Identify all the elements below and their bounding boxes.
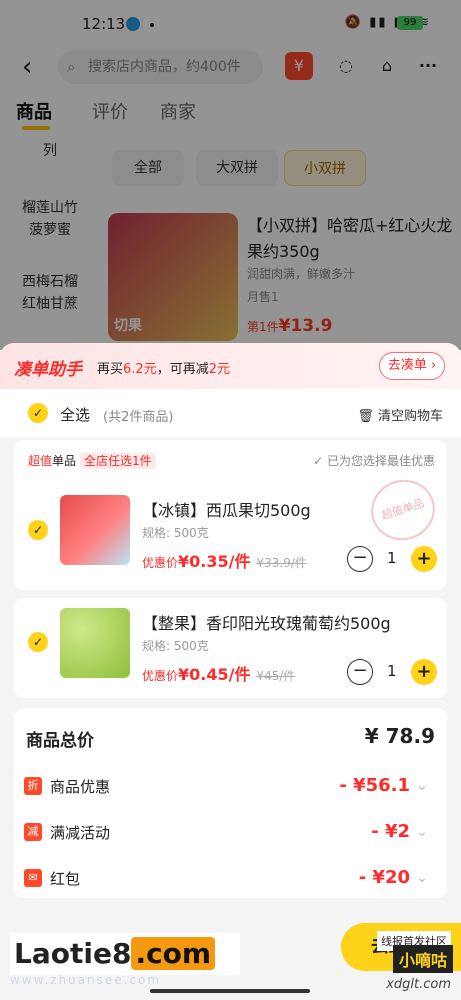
trash-icon: 🗑 (357, 409, 374, 424)
cart-item-card: ✓ 【整果】香印阳光玫瑰葡萄约500g 规格: 500克 优惠价¥0.45/件 ¥… (14, 598, 447, 698)
chevron-down-icon: ⌄ (416, 778, 428, 794)
watermark-com: .com (131, 937, 216, 970)
overlay-dimmer[interactable] (0, 0, 461, 350)
bundle-helper-banner: 凑单助手 再买6.2元，可再减2元 去凑单 › (0, 343, 461, 389)
cart-item-card: 超值单品 全店任选1件 ✓ 已为您选择最佳优惠 超值单品 ✓ 【冰镇】西瓜果切50… (14, 440, 447, 590)
price-label: 优惠价 (142, 669, 179, 683)
discount-label: 商品优惠 (50, 778, 111, 796)
item-spec: 规格: 500克 (142, 639, 209, 653)
promo-type2: 单品 (52, 454, 77, 468)
item-checkbox[interactable]: ✓ (28, 632, 48, 652)
clear-cart-button[interactable]: 🗑 清空购物车 (357, 405, 443, 424)
watermark-sub: www.zhuansee.com (10, 973, 162, 987)
reduction-value: - ¥2 (371, 821, 410, 842)
grape-image[interactable] (60, 608, 130, 678)
clear-cart-label: 清空购物车 (377, 409, 443, 424)
red-packet-value: - ¥20 (358, 867, 410, 888)
home-indicator (150, 989, 310, 993)
quantity-value: 1 (387, 549, 397, 567)
item-price: 优惠价¥0.45/件 ¥45/件 (142, 661, 295, 685)
item-price: 优惠价¥0.35/件 ¥33.9/件 (142, 548, 307, 572)
item-name[interactable]: 【冰镇】西瓜果切500g (142, 497, 311, 521)
reduction-icon: 减 (24, 823, 42, 841)
select-all-row: ✓ 全选 (共2件商品) 🗑 清空购物车 (0, 389, 461, 437)
total-label: 商品总价 (26, 731, 94, 751)
red-packet-label: 红包 (50, 870, 81, 888)
msg-prefix: 再买 (97, 362, 124, 377)
red-packet-icon: ✉ (24, 869, 42, 887)
discount-value: - ¥56.1 (339, 775, 410, 796)
item-count: (共2件商品) (103, 410, 174, 425)
decrease-button[interactable]: − (347, 659, 373, 685)
msg-amount: 6.2元 (123, 362, 157, 377)
msg-discount: 2元 (208, 362, 230, 377)
item-spec: 规格: 500克 (142, 526, 209, 540)
original-price: ¥45/件 (256, 669, 296, 683)
go-bundle-button[interactable]: 去凑单 › (379, 352, 445, 380)
discount-icon: 折 (24, 777, 42, 795)
bottom-bar: 去结算 Laotie8.com www.zhuansee.com 线报首发社区 … (0, 895, 461, 1000)
chevron-down-icon: ⌄ (416, 870, 428, 886)
decrease-button[interactable]: − (347, 546, 373, 572)
watermark-right-3: xdglt.com (386, 977, 451, 992)
full-reduction-row[interactable]: 减 满减活动 - ¥2 ⌄ (14, 819, 434, 849)
original-price: ¥33.9/件 (256, 556, 307, 570)
price-label: 优惠价 (142, 556, 179, 570)
total-value: ¥ 78.9 (364, 724, 435, 748)
promo-scope: 全店任选1件 (80, 453, 156, 469)
reduction-label: 满减活动 (50, 824, 111, 842)
best-discount-text: 已为您选择最佳优惠 (326, 454, 435, 468)
watermark-main: Laotie8 (14, 937, 132, 970)
best-discount-note: ✓ 已为您选择最佳优惠 (313, 454, 435, 468)
msg-mid: ，可再减 (156, 362, 209, 377)
chevron-down-icon: ⌄ (416, 824, 428, 840)
bundle-helper-logo: 凑单助手 (14, 360, 82, 380)
watermelon-image[interactable] (60, 495, 130, 565)
promo-type1: 超值 (28, 454, 53, 468)
quantity-value: 1 (387, 662, 397, 680)
red-packet-row[interactable]: ✉ 红包 - ¥20 ⌄ (14, 865, 434, 895)
watermark-right-2: 小嘀咕 (392, 945, 453, 973)
item-checkbox[interactable]: ✓ (28, 520, 48, 540)
value-stamp: 超值单品 (363, 471, 443, 549)
bundle-helper-message: 再买6.2元，可再减2元 (97, 358, 230, 377)
price-value: ¥0.45/件 (178, 665, 251, 684)
increase-button[interactable]: + (411, 659, 437, 685)
select-all-label[interactable]: 全选 (60, 404, 90, 425)
promo-label: 超值单品 全店任选1件 (28, 452, 156, 469)
increase-button[interactable]: + (411, 546, 437, 572)
discount-row[interactable]: 折 商品优惠 - ¥56.1 ⌄ (14, 773, 434, 803)
go-bundle-label: 去凑单 (387, 358, 427, 373)
item-name[interactable]: 【整果】香印阳光玫瑰葡萄约500g (142, 610, 391, 634)
select-all-checkbox[interactable]: ✓ (28, 403, 48, 423)
watermark-logo: Laotie8 .com (10, 933, 240, 975)
price-value: ¥0.35/件 (178, 552, 251, 571)
